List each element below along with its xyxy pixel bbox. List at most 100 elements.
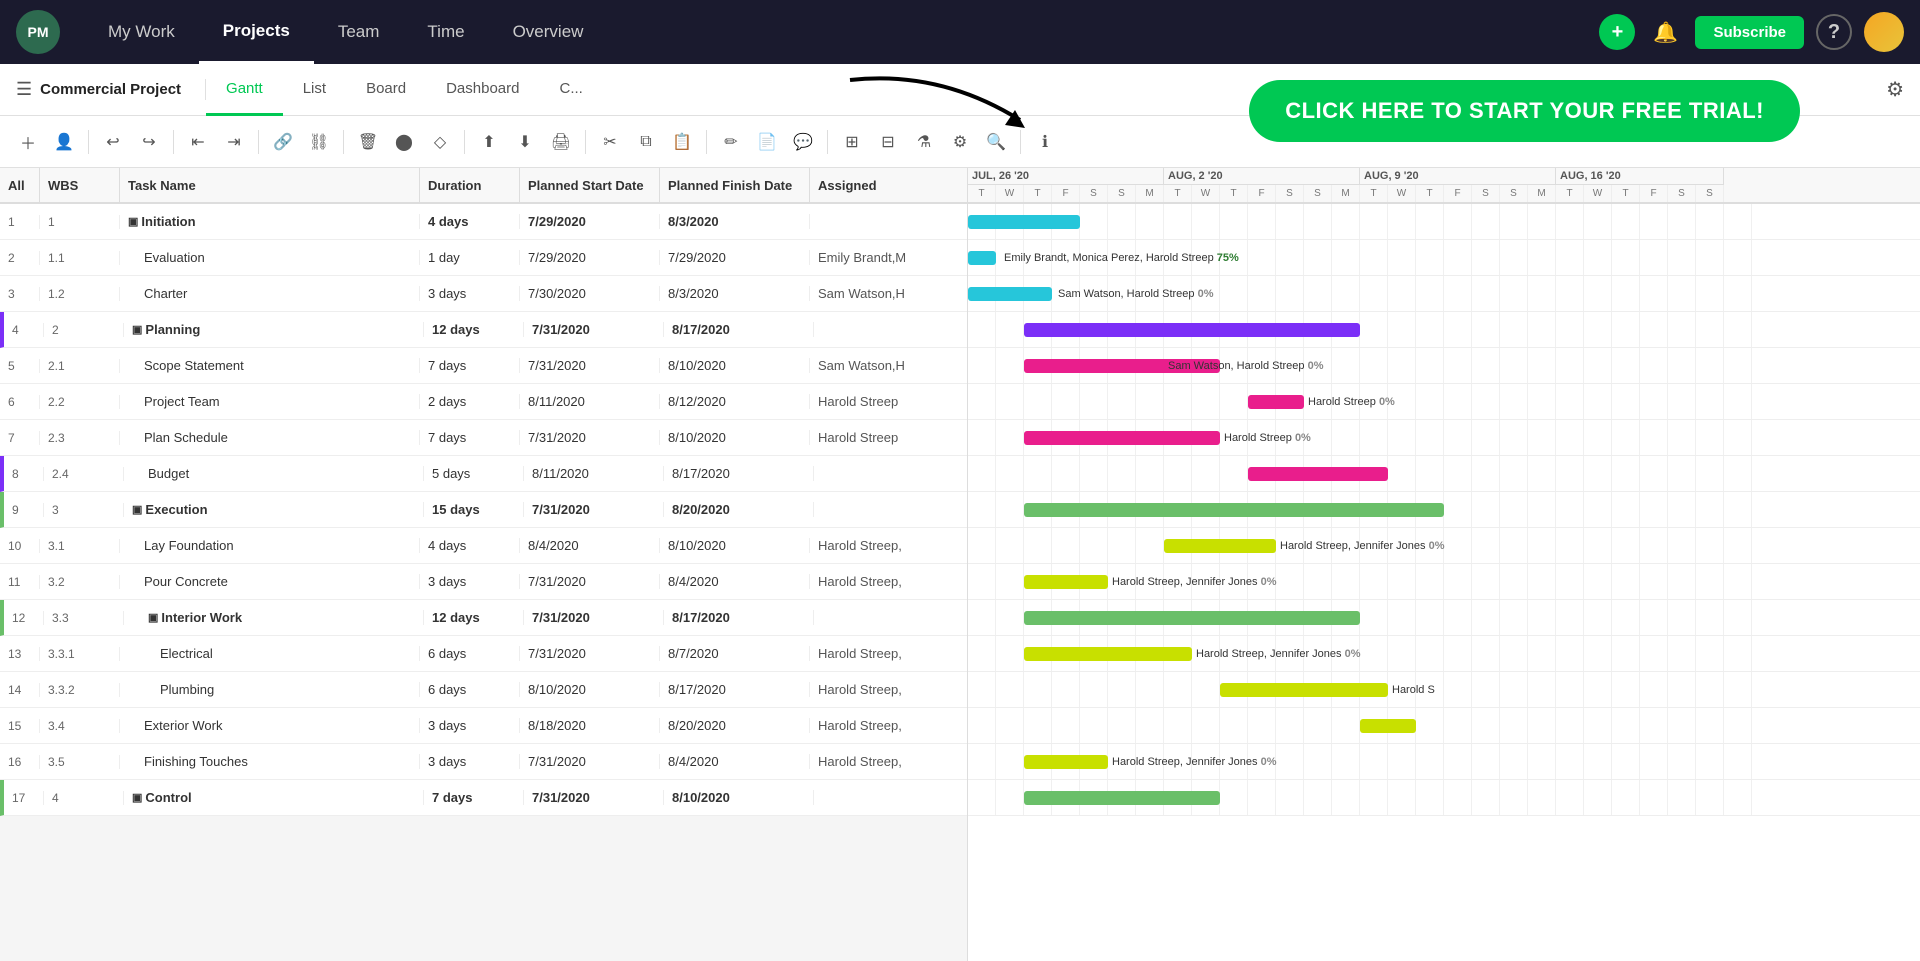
gantt-bar[interactable] <box>1164 539 1276 553</box>
tab-gantt[interactable]: Gantt <box>206 64 283 116</box>
gantt-row <box>968 708 1920 744</box>
table-row[interactable]: 3 1.2 Charter 3 days 7/30/2020 8/3/2020 … <box>0 276 967 312</box>
unlink-btn[interactable]: ⛓ <box>303 126 335 158</box>
paste-btn[interactable]: 📋 <box>666 126 698 158</box>
redo-btn[interactable]: ↪ <box>133 126 165 158</box>
table-row[interactable]: 2 1.1 Evaluation 1 day 7/29/2020 7/29/20… <box>0 240 967 276</box>
gantt-bar[interactable] <box>1024 647 1192 661</box>
gantt-bar[interactable] <box>1220 683 1388 697</box>
grid-col <box>1612 276 1640 311</box>
subscribe-button[interactable]: Subscribe <box>1695 16 1804 49</box>
hamburger-icon[interactable]: ☰ <box>16 79 32 100</box>
table-row[interactable]: 4 2 ▣Planning 12 days 7/31/2020 8/17/202… <box>0 312 967 348</box>
gantt-bar[interactable] <box>1248 467 1388 481</box>
note-btn[interactable]: 📄 <box>751 126 783 158</box>
comment-btn[interactable]: 💬 <box>787 126 819 158</box>
cell-task[interactable]: Pour Concrete <box>120 574 420 589</box>
nav-overview[interactable]: Overview <box>489 0 608 64</box>
cell-task[interactable]: Exterior Work <box>120 718 420 733</box>
gantt-bar[interactable] <box>1360 719 1416 733</box>
tab-list[interactable]: List <box>283 64 346 116</box>
upload-btn[interactable]: ⬆ <box>473 126 505 158</box>
zoom-btn[interactable]: 🔍 <box>980 126 1012 158</box>
table-row[interactable]: 15 3.4 Exterior Work 3 days 8/18/2020 8/… <box>0 708 967 744</box>
gantt-bar[interactable] <box>1024 791 1220 805</box>
table-row[interactable]: 5 2.1 Scope Statement 7 days 7/31/2020 8… <box>0 348 967 384</box>
grid-col <box>1528 708 1556 743</box>
tab-dashboard[interactable]: Dashboard <box>426 64 539 116</box>
nav-projects[interactable]: Projects <box>199 0 314 64</box>
help-button[interactable]: ? <box>1816 14 1852 50</box>
gantt-bar[interactable] <box>1024 323 1360 337</box>
settings2-btn[interactable]: ⚙ <box>944 126 976 158</box>
copy-btn[interactable]: ⬤ <box>388 126 420 158</box>
table-row[interactable]: 16 3.5 Finishing Touches 3 days 7/31/202… <box>0 744 967 780</box>
add-button[interactable]: + <box>1599 14 1635 50</box>
table-row[interactable]: 9 3 ▣Execution 15 days 7/31/2020 8/20/20… <box>0 492 967 528</box>
undo-btn[interactable]: ↩ <box>97 126 129 158</box>
add-task-btn[interactable]: ＋ <box>12 126 44 158</box>
cta-button[interactable]: CLICK HERE TO START YOUR FREE TRIAL! <box>1249 80 1800 142</box>
cell-task[interactable]: Plumbing <box>120 682 420 697</box>
cell-task[interactable]: Budget <box>124 466 424 481</box>
bell-icon[interactable]: 🔔 <box>1647 14 1683 50</box>
indent-btn[interactable]: ⇤ <box>182 126 214 158</box>
table-row[interactable]: 17 4 ▣Control 7 days 7/31/2020 8/10/2020 <box>0 780 967 816</box>
table-row[interactable]: 11 3.2 Pour Concrete 3 days 7/31/2020 8/… <box>0 564 967 600</box>
outdent-btn[interactable]: ⇥ <box>218 126 250 158</box>
logo[interactable]: PM <box>16 10 60 54</box>
tab-other[interactable]: C... <box>539 64 602 116</box>
avatar[interactable] <box>1864 12 1904 52</box>
table-row[interactable]: 14 3.3.2 Plumbing 6 days 8/10/2020 8/17/… <box>0 672 967 708</box>
cell-finish: 8/3/2020 <box>660 214 810 229</box>
cell-task[interactable]: ▣Interior Work <box>124 610 424 625</box>
filter-btn[interactable]: ⚗ <box>908 126 940 158</box>
grid-view-btn[interactable]: ⊞ <box>836 126 868 158</box>
gantt-bar[interactable] <box>968 251 996 265</box>
edit-btn[interactable]: ✏ <box>715 126 747 158</box>
cell-task[interactable]: Evaluation <box>120 250 420 265</box>
table-row[interactable]: 10 3.1 Lay Foundation 4 days 8/4/2020 8/… <box>0 528 967 564</box>
cell-task[interactable]: ▣Control <box>124 790 424 805</box>
gantt-bar[interactable] <box>1248 395 1304 409</box>
cell-task[interactable]: Scope Statement <box>120 358 420 373</box>
link-btn[interactable]: 🔗 <box>267 126 299 158</box>
gantt-bar[interactable] <box>1024 755 1108 769</box>
delete-btn[interactable]: 🗑 <box>352 126 384 158</box>
nav-team[interactable]: Team <box>314 0 404 64</box>
cell-task[interactable]: Electrical <box>120 646 420 661</box>
settings-icon[interactable]: ⚙ <box>1886 79 1904 101</box>
gantt-bar[interactable] <box>968 215 1080 229</box>
gantt-bar[interactable] <box>968 287 1052 301</box>
info-btn[interactable]: ℹ <box>1029 126 1061 158</box>
cell-task[interactable]: ▣Initiation <box>120 214 420 229</box>
cell-task[interactable]: Lay Foundation <box>120 538 420 553</box>
nav-mywork[interactable]: My Work <box>84 0 199 64</box>
print-btn[interactable]: 🖨 <box>545 126 577 158</box>
table-row[interactable]: 7 2.3 Plan Schedule 7 days 7/31/2020 8/1… <box>0 420 967 456</box>
cell-task[interactable]: Charter <box>120 286 420 301</box>
grid-col <box>1612 708 1640 743</box>
download-btn[interactable]: ⬇ <box>509 126 541 158</box>
tab-board[interactable]: Board <box>346 64 426 116</box>
table-view-btn[interactable]: ⊟ <box>872 126 904 158</box>
gantt-bar[interactable] <box>1024 611 1360 625</box>
gantt-bar[interactable] <box>1024 503 1444 517</box>
diamond-btn[interactable]: ◇ <box>424 126 456 158</box>
gantt-bar[interactable] <box>1024 575 1108 589</box>
table-row[interactable]: 13 3.3.1 Electrical 6 days 7/31/2020 8/7… <box>0 636 967 672</box>
cell-task[interactable]: Project Team <box>120 394 420 409</box>
add-user-btn[interactable]: 👤 <box>48 126 80 158</box>
cell-task[interactable]: ▣Execution <box>124 502 424 517</box>
table-row[interactable]: 8 2.4 Budget 5 days 8/11/2020 8/17/2020 <box>0 456 967 492</box>
gantt-bar[interactable] <box>1024 431 1220 445</box>
cell-task[interactable]: ▣Planning <box>124 322 424 337</box>
copy2-btn[interactable]: ⧉ <box>630 126 662 158</box>
cut-btn[interactable]: ✂ <box>594 126 626 158</box>
cell-task[interactable]: Plan Schedule <box>120 430 420 445</box>
cell-task[interactable]: Finishing Touches <box>120 754 420 769</box>
table-row[interactable]: 12 3.3 ▣Interior Work 12 days 7/31/2020 … <box>0 600 967 636</box>
nav-time[interactable]: Time <box>403 0 488 64</box>
table-row[interactable]: 1 1 ▣Initiation 4 days 7/29/2020 8/3/202… <box>0 204 967 240</box>
table-row[interactable]: 6 2.2 Project Team 2 days 8/11/2020 8/12… <box>0 384 967 420</box>
